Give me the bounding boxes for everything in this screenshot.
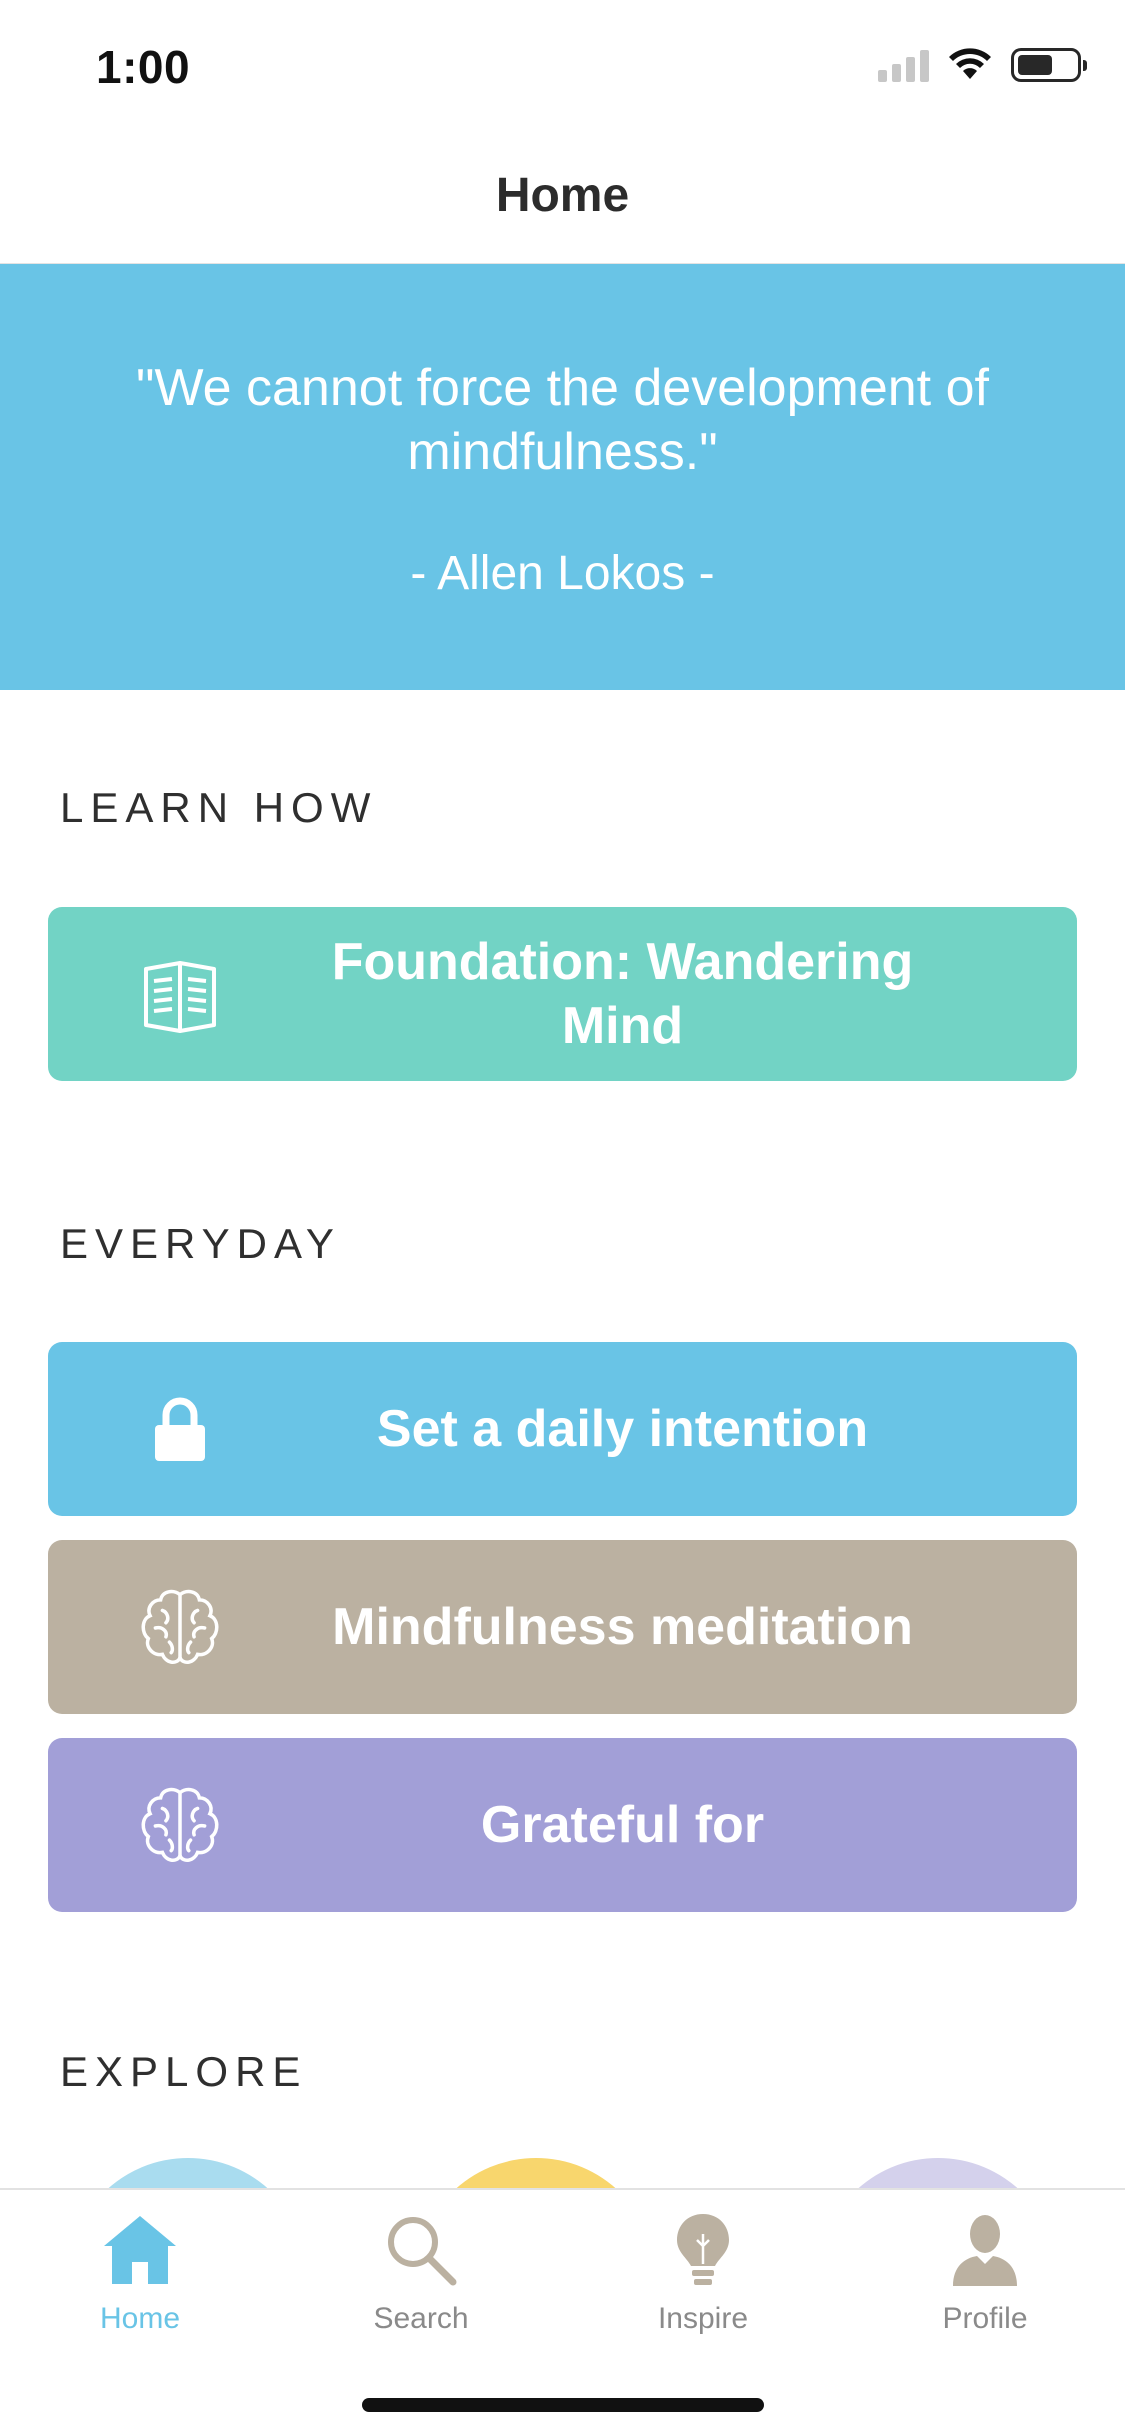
- wifi-icon: [949, 48, 991, 79]
- status-time: 1:00: [96, 41, 191, 93]
- search-icon: [388, 2217, 457, 2286]
- page-title: Home: [495, 169, 630, 222]
- tab-home-label: Home: [99, 2302, 181, 2335]
- brain-icon: [136, 1782, 224, 1870]
- grateful-button-label: Grateful for: [480, 1796, 765, 1854]
- book-icon: [136, 951, 224, 1039]
- tab-search-label: Search: [373, 2302, 469, 2335]
- tab-inspire[interactable]: Inspire: [603, 2200, 803, 2350]
- set-daily-intention-button[interactable]: Set a daily intention: [48, 1342, 1077, 1516]
- tab-profile-label: Profile: [942, 2302, 1028, 2335]
- home-icon: [104, 2216, 176, 2284]
- foundation-wandering-mind-button[interactable]: Foundation: Wandering Mind: [48, 907, 1077, 1081]
- grateful-for-button[interactable]: Grateful for: [48, 1738, 1077, 1912]
- lock-icon: [136, 1386, 224, 1474]
- meditation-button-label: Mindfulness meditation: [332, 1598, 913, 1656]
- lightbulb-icon: [677, 2214, 729, 2285]
- mindfulness-meditation-button[interactable]: Mindfulness meditation: [48, 1540, 1077, 1714]
- cellular-signal-icon: [878, 48, 929, 82]
- foundation-button-label: Foundation: Wandering Mind: [331, 933, 914, 1055]
- status-bar: 1:00: [0, 0, 1125, 132]
- nav-bar: Home: [0, 132, 1125, 264]
- status-icons: [878, 48, 1087, 82]
- home-screen: 1:00 Home "We cannot force the developme…: [0, 0, 1125, 2436]
- tab-inspire-label: Inspire: [657, 2302, 749, 2335]
- person-icon: [953, 2215, 1017, 2286]
- battery-icon: [1011, 48, 1087, 82]
- quote-author: - Allen Lokos -: [410, 547, 715, 600]
- tab-profile[interactable]: Profile: [885, 2200, 1085, 2350]
- section-header-explore: EXPLORE: [60, 2048, 308, 2095]
- section-header-everyday: EVERYDAY: [60, 1220, 341, 1267]
- brain-icon: [136, 1584, 224, 1672]
- quote-text: "We cannot force the development of mind…: [136, 359, 989, 481]
- quote-banner: "We cannot force the development of mind…: [0, 264, 1125, 690]
- section-header-learn-how: LEARN HOW: [60, 784, 378, 831]
- home-indicator[interactable]: [362, 2398, 764, 2412]
- tab-home[interactable]: Home: [40, 2200, 240, 2350]
- intention-button-label: Set a daily intention: [376, 1400, 869, 1458]
- tab-search[interactable]: Search: [321, 2200, 521, 2350]
